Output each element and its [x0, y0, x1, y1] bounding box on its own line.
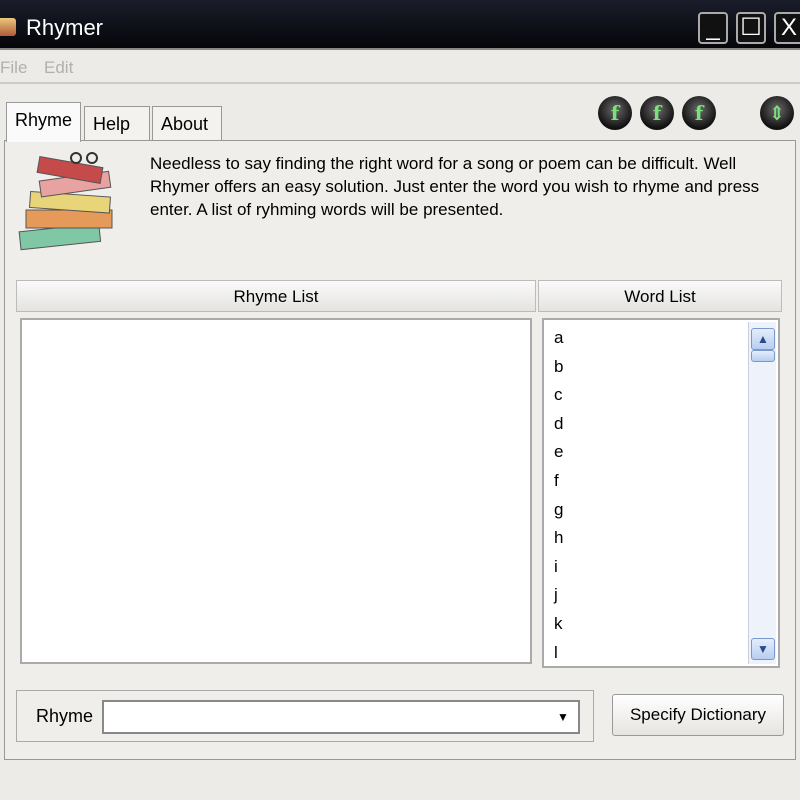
maximize-button[interactable]: ☐ — [736, 12, 766, 44]
scroll-up-icon[interactable]: ▲ — [751, 328, 775, 350]
word-list-item[interactable]: b — [554, 357, 563, 377]
word-list-item[interactable]: j — [554, 585, 558, 605]
chevron-down-icon[interactable]: ▼ — [552, 706, 574, 728]
word-list-item[interactable]: e — [554, 442, 563, 462]
word-list[interactable] — [542, 318, 780, 668]
minimize-button[interactable]: _ — [698, 12, 728, 44]
tab-help[interactable]: Help — [84, 106, 150, 140]
word-list-item[interactable]: h — [554, 528, 563, 548]
up-down-icon-button[interactable]: ⇕ — [760, 96, 794, 130]
font-icon-button-1[interactable]: f — [598, 96, 632, 130]
menu-file[interactable]: File — [0, 58, 27, 78]
word-list-item[interactable]: c — [554, 385, 563, 405]
word-list-item[interactable]: g — [554, 500, 563, 520]
scroll-down-icon[interactable]: ▼ — [751, 638, 775, 660]
title-bar: Rhymer _ ☐ X — [0, 0, 800, 50]
menu-bar: File Edit — [0, 52, 800, 84]
rhyme-list-header[interactable]: Rhyme List — [16, 280, 536, 312]
word-list-header[interactable]: Word List — [538, 280, 782, 312]
rhyme-label: Rhyme — [36, 706, 94, 726]
window-title: Rhymer — [26, 15, 104, 40]
app-icon — [0, 18, 16, 36]
specify-dictionary-button[interactable]: Specify Dictionary — [612, 694, 784, 736]
font-icon-button-2[interactable]: f — [640, 96, 674, 130]
rhyme-combobox[interactable]: ▼ — [102, 700, 580, 734]
tab-rhyme[interactable]: Rhyme — [6, 102, 82, 142]
rhyme-list[interactable] — [20, 318, 532, 664]
word-list-item[interactable]: l — [554, 643, 558, 663]
tab-about[interactable]: About — [152, 106, 222, 140]
menu-edit[interactable]: Edit — [44, 58, 73, 78]
font-icon-button-3[interactable]: f — [682, 96, 716, 130]
word-list-item[interactable]: i — [554, 557, 558, 577]
word-list-scrollbar[interactable]: ▲ ▼ — [748, 322, 776, 664]
word-list-item[interactable]: k — [554, 614, 563, 634]
description-text: Needless to say finding the right word f… — [150, 154, 760, 219]
word-list-item[interactable]: a — [554, 328, 563, 348]
word-list-item[interactable]: d — [554, 414, 563, 434]
close-button[interactable]: X — [774, 12, 800, 44]
word-list-item[interactable]: f — [554, 471, 559, 491]
books-icon — [18, 152, 113, 251]
scroll-thumb[interactable] — [751, 350, 775, 362]
